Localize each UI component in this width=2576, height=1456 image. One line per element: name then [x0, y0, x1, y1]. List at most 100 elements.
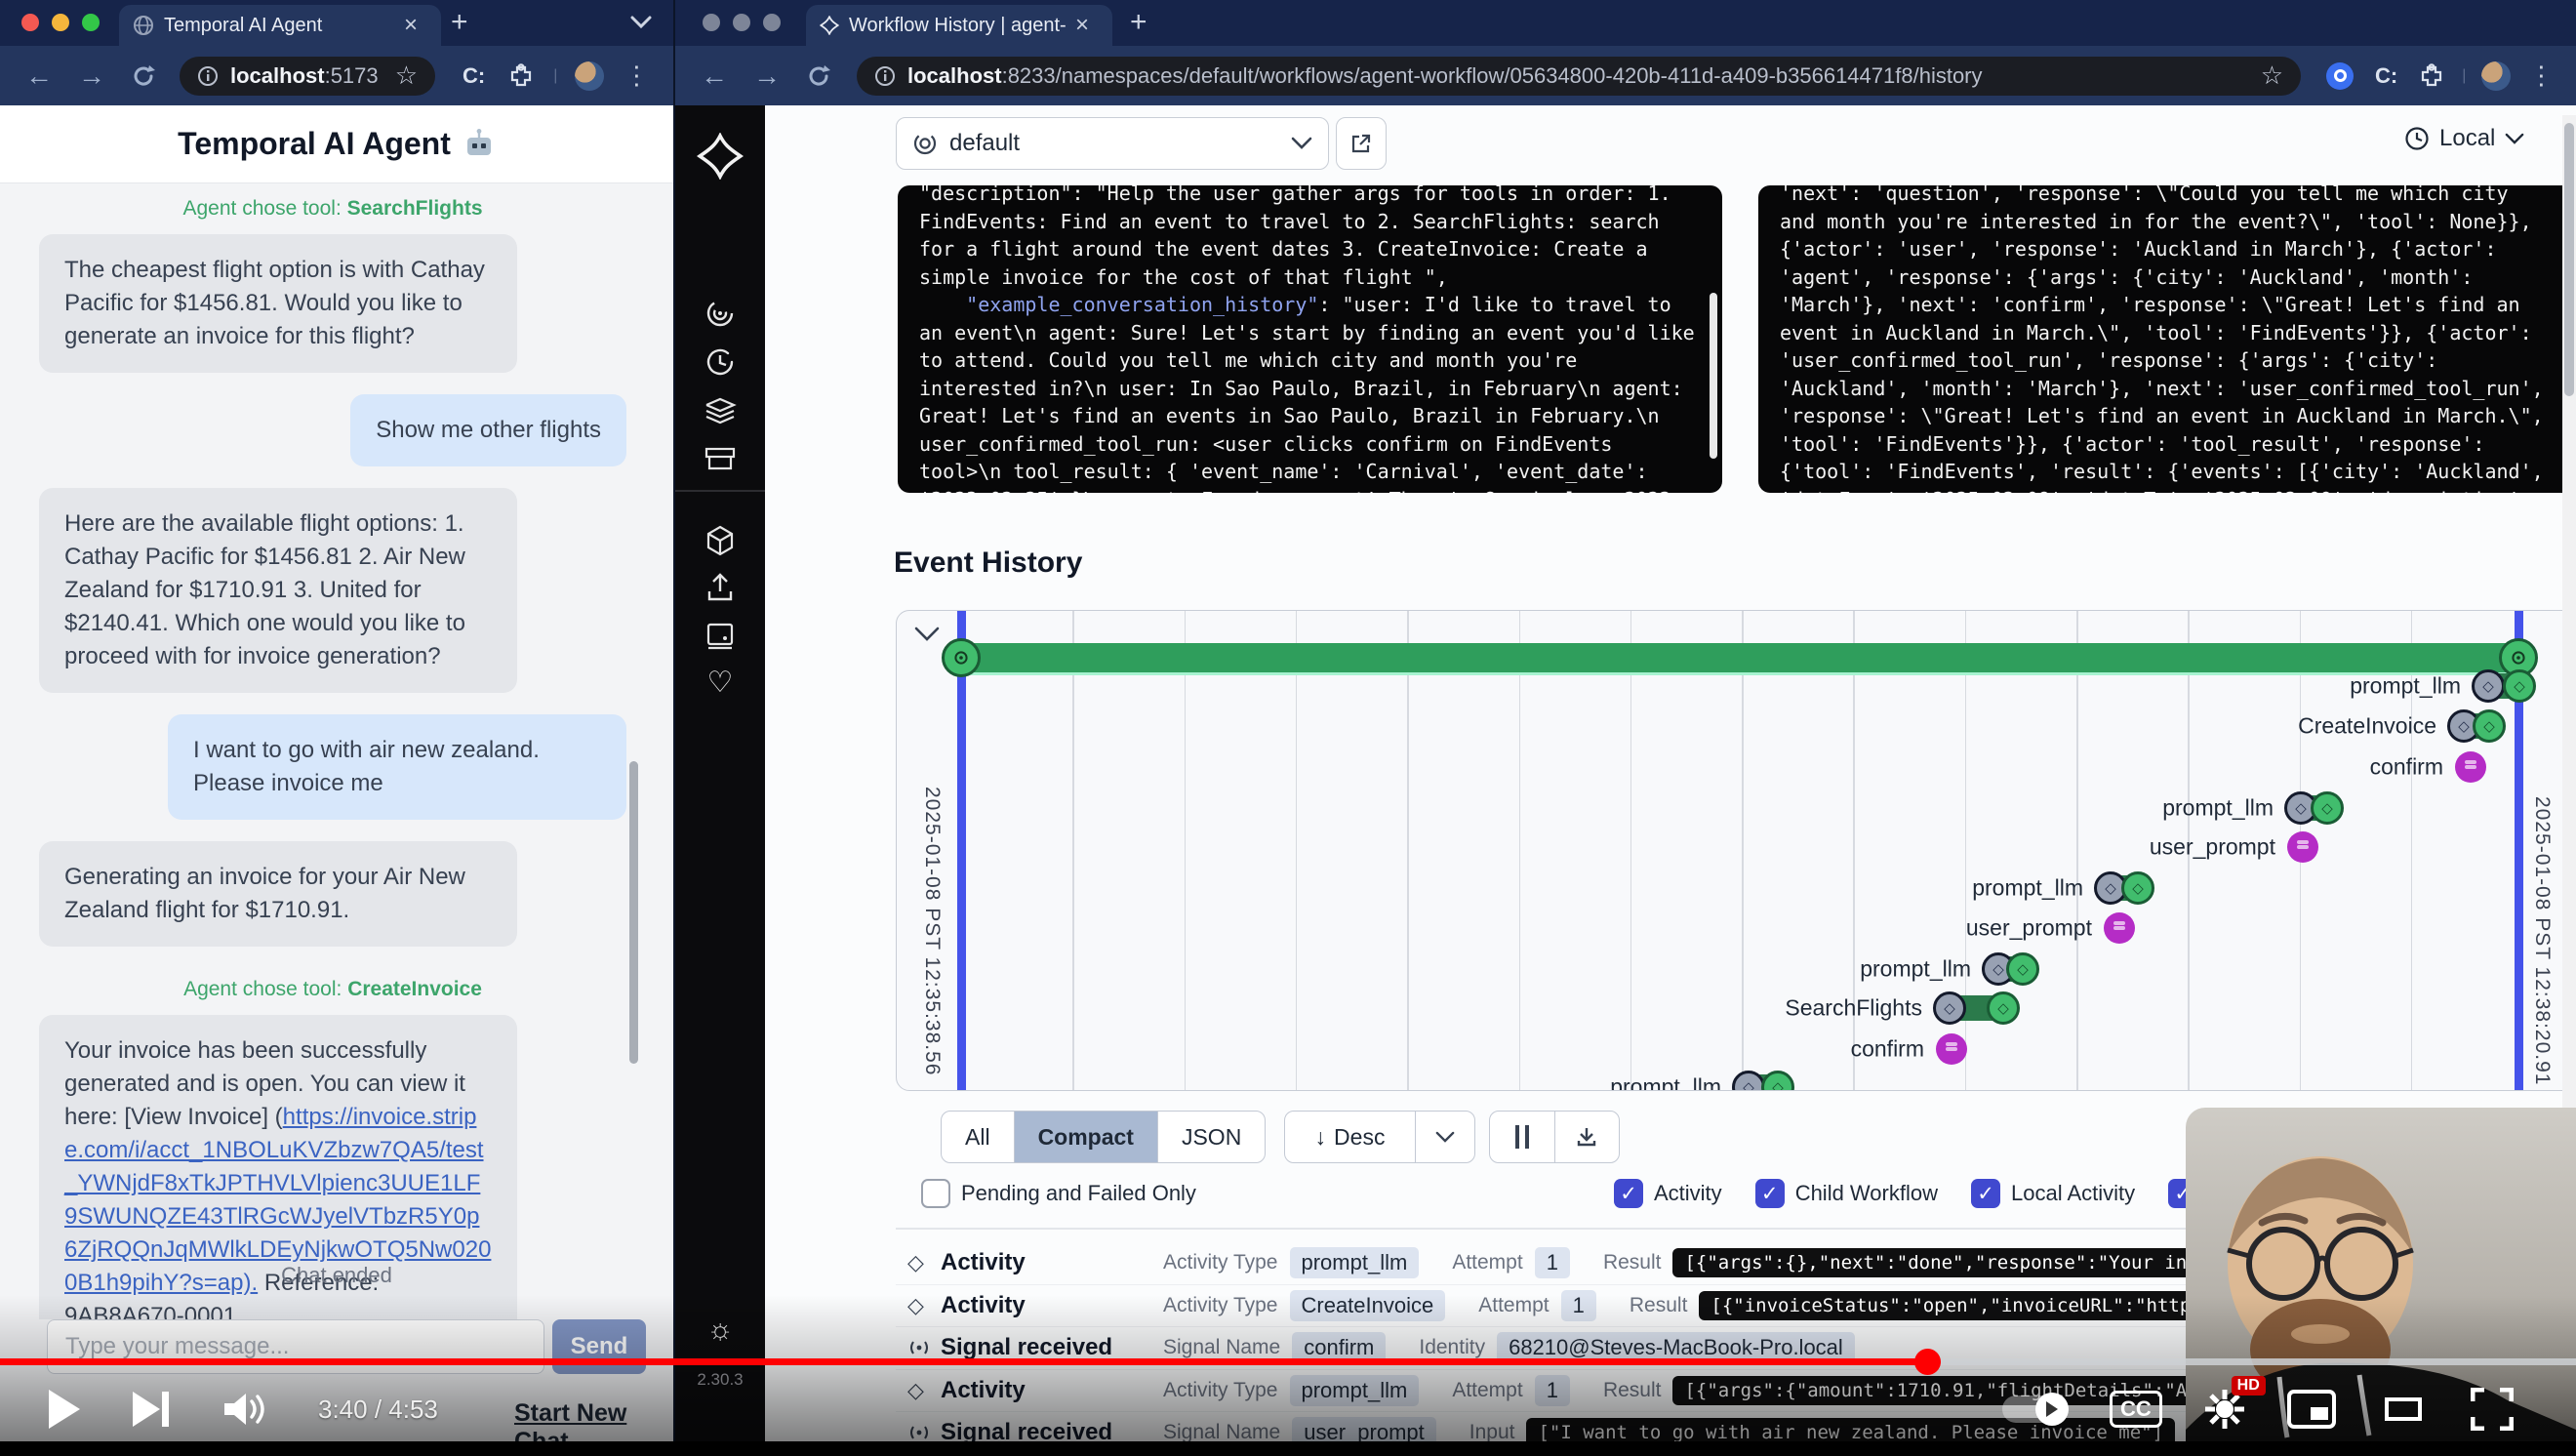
- signal-marker[interactable]: [1936, 1033, 1967, 1065]
- onepassword-icon[interactable]: [2326, 62, 2354, 90]
- view-mode-json[interactable]: JSON: [1157, 1112, 1265, 1162]
- chat-scrollbar[interactable]: [629, 761, 638, 1064]
- temporal-logo-icon[interactable]: [697, 133, 744, 180]
- bookmark-star-icon[interactable]: ☆: [395, 61, 418, 91]
- event-type-filter-activity[interactable]: ✓Activity: [1614, 1179, 1722, 1208]
- fullscreen-icon[interactable]: [2471, 1388, 2514, 1431]
- playback-controls[interactable]: [1489, 1111, 1620, 1163]
- video-progress-handle[interactable]: [1914, 1349, 1941, 1375]
- sort-chevron-button[interactable]: [1415, 1112, 1474, 1162]
- activity-completed-marker[interactable]: ◇: [2311, 791, 2344, 825]
- back-icon[interactable]: ←: [701, 61, 728, 92]
- browser-menu-icon[interactable]: ⋮: [624, 61, 649, 91]
- workflow-input-json-panel[interactable]: "description": "Help the user gather arg…: [898, 185, 1722, 493]
- play-icon[interactable]: [49, 1390, 80, 1429]
- card-icon[interactable]: [704, 621, 737, 652]
- workflow-result-json-panel[interactable]: 'next': 'question', 'response': \"Could …: [1758, 185, 2576, 493]
- event-history-timeline[interactable]: 2025-01-08 PST 12:35:38.56 2025-01-08 PS…: [896, 610, 2576, 1091]
- workflows-icon[interactable]: [704, 297, 737, 330]
- miniplayer-icon[interactable]: [2287, 1390, 2336, 1429]
- theme-toggle-icon[interactable]: ☼: [706, 1314, 734, 1347]
- profile-avatar[interactable]: [2481, 61, 2511, 91]
- message-input[interactable]: [47, 1319, 544, 1374]
- theater-mode-icon[interactable]: [2377, 1392, 2430, 1427]
- activity-completed-marker[interactable]: ◇: [2473, 709, 2506, 743]
- extensions-puzzle-icon[interactable]: [508, 63, 534, 89]
- signal-marker[interactable]: [2287, 831, 2318, 863]
- minimize-window-icon[interactable]: [52, 14, 69, 31]
- collapse-timeline-chevron-icon[interactable]: [914, 627, 940, 642]
- download-history-button[interactable]: [1554, 1112, 1620, 1162]
- heart-icon[interactable]: ♡: [707, 666, 734, 700]
- profile-avatar[interactable]: [575, 61, 604, 91]
- open-external-button[interactable]: [1336, 117, 1387, 170]
- stack-icon[interactable]: [703, 394, 738, 427]
- activity-completed-marker[interactable]: ◇: [2121, 871, 2154, 905]
- timeline-start-cursor[interactable]: [957, 611, 966, 1090]
- close-window-icon[interactable]: [703, 14, 720, 31]
- macos-traffic-lights[interactable]: [21, 14, 100, 31]
- new-tab-button[interactable]: +: [1130, 6, 1147, 39]
- chat-message-list[interactable]: Agent chose tool: SearchFlightsThe cheap…: [39, 187, 626, 1319]
- workflow-execution-bar[interactable]: [961, 643, 2522, 672]
- macos-traffic-lights-inactive[interactable]: [703, 14, 781, 31]
- reload-icon[interactable]: [806, 63, 831, 89]
- workflow-start-marker[interactable]: [942, 638, 981, 677]
- activity-completed-marker[interactable]: ◇: [1987, 991, 2020, 1025]
- site-info-icon[interactable]: [197, 65, 219, 87]
- checkbox-checked[interactable]: ✓: [1971, 1179, 2000, 1208]
- checkbox-unchecked[interactable]: [921, 1179, 950, 1208]
- tab-search-chevron-icon[interactable]: [630, 16, 652, 29]
- activity-completed-marker[interactable]: ◇: [1761, 1071, 1794, 1091]
- pause-updates-button[interactable]: [1490, 1112, 1554, 1162]
- activity-scheduled-marker[interactable]: ◇: [2472, 669, 2505, 703]
- tab-workflow-history[interactable]: Workflow History | agent-wor ×: [806, 5, 1112, 46]
- page-scrollbar-thumb[interactable]: [2564, 123, 2574, 396]
- code-scrollbar[interactable]: [1710, 293, 1717, 459]
- forward-icon[interactable]: →: [78, 61, 105, 92]
- share-icon[interactable]: [704, 572, 737, 605]
- forward-icon[interactable]: →: [753, 61, 781, 92]
- settings-wrap[interactable]: HD: [2203, 1388, 2246, 1431]
- archive-icon[interactable]: [703, 443, 738, 474]
- maximize-window-icon[interactable]: [82, 14, 100, 31]
- captions-button[interactable]: CC: [2110, 1391, 2162, 1428]
- minimize-window-icon[interactable]: [733, 14, 750, 31]
- activity-completed-marker[interactable]: ◇: [2503, 669, 2536, 703]
- event-type-filter-local-activity[interactable]: ✓Local Activity: [1971, 1179, 2135, 1208]
- view-mode-compact[interactable]: Compact: [1014, 1112, 1157, 1162]
- cube-icon[interactable]: [703, 523, 738, 558]
- extension-c-icon[interactable]: C:: [2375, 63, 2397, 89]
- browser-menu-icon[interactable]: ⋮: [2528, 61, 2554, 91]
- extension-c-icon[interactable]: C:: [463, 63, 485, 89]
- checkbox-checked[interactable]: ✓: [1614, 1179, 1643, 1208]
- view-mode-segmented-control[interactable]: AllCompactJSON: [941, 1111, 1266, 1163]
- timezone-select[interactable]: Local: [2404, 125, 2524, 152]
- site-info-icon[interactable]: [874, 65, 896, 87]
- pending-failed-filter[interactable]: Pending and Failed Only: [921, 1179, 1196, 1208]
- address-bar[interactable]: localhost:5173 ☆: [180, 57, 435, 96]
- autoplay-toggle[interactable]: [2002, 1395, 2069, 1423]
- volume-icon[interactable]: [222, 1391, 267, 1428]
- maximize-window-icon[interactable]: [763, 14, 781, 31]
- bookmark-star-icon[interactable]: ☆: [2261, 61, 2283, 91]
- back-icon[interactable]: ←: [25, 61, 53, 92]
- sort-desc-button[interactable]: ↓Desc: [1285, 1112, 1415, 1162]
- reload-icon[interactable]: [131, 63, 156, 89]
- activity-completed-marker[interactable]: ◇: [2006, 952, 2039, 986]
- next-icon[interactable]: [131, 1390, 172, 1429]
- send-button[interactable]: Send: [552, 1319, 646, 1374]
- extensions-puzzle-icon[interactable]: [2419, 63, 2444, 89]
- event-type-filter-child-workflow[interactable]: ✓Child Workflow: [1755, 1179, 1938, 1208]
- tab-close-icon[interactable]: ×: [404, 14, 418, 37]
- schedules-icon[interactable]: [704, 345, 737, 379]
- view-mode-all[interactable]: All: [942, 1112, 1014, 1162]
- new-tab-button[interactable]: +: [451, 6, 468, 39]
- sort-control[interactable]: ↓Desc: [1284, 1111, 1475, 1163]
- address-bar[interactable]: localhost:8233/namespaces/default/workfl…: [857, 57, 2301, 96]
- tab-close-icon[interactable]: ×: [1075, 14, 1089, 37]
- activity-scheduled-marker[interactable]: ◇: [1933, 991, 1966, 1025]
- close-window-icon[interactable]: [21, 14, 39, 31]
- tab-temporal-ai-agent[interactable]: Temporal AI Agent ×: [119, 5, 441, 46]
- checkbox-checked[interactable]: ✓: [1755, 1179, 1785, 1208]
